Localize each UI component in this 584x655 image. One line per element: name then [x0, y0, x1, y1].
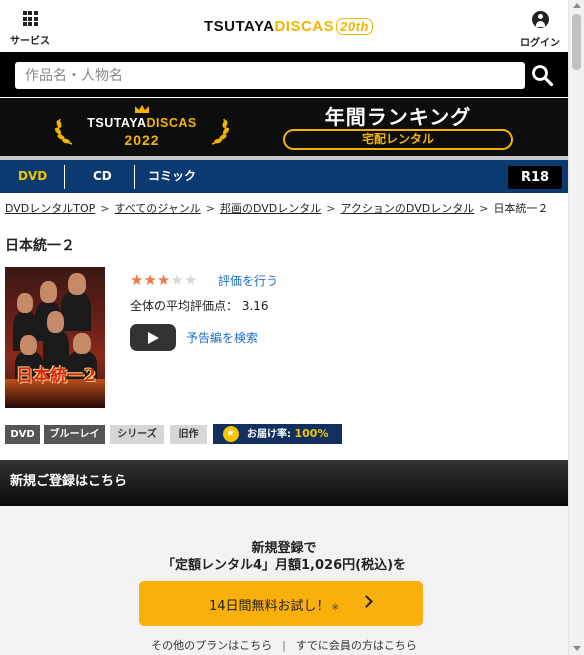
star-filled-icon: ★: [143, 271, 157, 289]
register-promo: 新規登録で 「定額レンタル4」月額1,026円(税込)を 14日間無料お試し！ ※…: [0, 506, 568, 655]
format-tag-dvd: DVD: [5, 425, 40, 444]
crown-icon: [135, 105, 149, 113]
site-logo[interactable]: TSUTAYADISCAS 20th: [204, 18, 373, 35]
star-filled-icon: ★: [130, 271, 144, 289]
grid-icon: [22, 11, 38, 26]
banner-logo-group: TSUTAYADISCAS 2022: [54, 104, 230, 152]
breadcrumb-link-dvd-top[interactable]: DVDレンタルTOP: [5, 202, 95, 215]
star-empty-icon: ★: [170, 271, 184, 289]
register-section-header: 新規ご登録はこちら: [0, 460, 568, 506]
tag-series: シリーズ: [110, 425, 164, 444]
scrollbar-thumb[interactable]: [572, 14, 581, 70]
breadcrumb-separator: >: [479, 202, 489, 215]
user-icon: [531, 11, 549, 28]
promo-line-2: 「定額レンタル4」月額1,026円(税込)を: [161, 558, 407, 573]
free-trial-button[interactable]: 14日間無料お試し！ ※: [139, 581, 423, 626]
banner-subtitle: 宅配レンタル: [283, 129, 513, 150]
delivery-rate-label: お届け率:: [247, 429, 291, 440]
rate-link[interactable]: 評価を行う: [218, 272, 278, 289]
other-plans-link[interactable]: その他のプランはこちら: [151, 639, 272, 652]
breadcrumb-separator: >: [205, 202, 215, 215]
breadcrumb-link-all-genres[interactable]: すべてのジャンル: [115, 202, 201, 215]
r18-button[interactable]: R18: [508, 166, 562, 189]
banner-logo-tsutaya: TSUTAYA: [87, 116, 147, 130]
star-empty-icon: ★: [183, 271, 198, 289]
average-rating-value: 3.16: [241, 299, 269, 313]
tab-comic[interactable]: コミック: [148, 160, 196, 193]
breadcrumb: DVDレンタルTOP > すべてのジャンル > 邦画のDVDレンタル > アクションのDVD…: [5, 200, 548, 216]
tab-cd[interactable]: CD: [93, 160, 112, 193]
logo-text-discas: DISCAS: [274, 18, 335, 35]
tab-dvd[interactable]: DVD: [18, 160, 47, 193]
services-button[interactable]: サービス: [10, 11, 50, 47]
delivery-rate-badge: お届け率: 100%: [213, 424, 342, 444]
ranking-banner[interactable]: TSUTAYADISCAS 2022 年間ランキング 宅配レンタル: [0, 97, 568, 156]
cover-title-text: 日本統一2: [16, 366, 96, 386]
search-icon[interactable]: [530, 63, 554, 87]
top-header: サービス TSUTAYADISCAS 20th ログイン: [0, 0, 568, 52]
breadcrumb-link-japanese-films[interactable]: 邦画のDVDレンタル: [220, 202, 321, 215]
star-filled-icon: ★: [156, 271, 171, 289]
product-cover-image[interactable]: 日本統一2: [5, 267, 105, 408]
services-label: サービス: [10, 36, 50, 47]
breadcrumb-current: 日本統一２: [493, 202, 549, 215]
tab-divider: [134, 165, 135, 189]
trailer-search-link[interactable]: 予告編を検索: [186, 329, 258, 346]
tab-divider: [64, 165, 65, 189]
average-rating: 全体の平均評価点： 3.16: [130, 297, 269, 314]
free-trial-label: 14日間無料お試し！: [209, 599, 330, 614]
delivery-rate-value: 100%: [294, 427, 329, 440]
scroll-down-icon[interactable]: [573, 646, 581, 651]
banner-title: 年間ランキング: [324, 105, 472, 129]
chevron-right-icon: [360, 595, 373, 608]
search-input[interactable]: [15, 62, 525, 89]
banner-year: 2022: [124, 132, 160, 148]
banner-logo: TSUTAYADISCAS: [54, 116, 230, 130]
logo-text-tsutaya: TSUTAYA: [204, 18, 275, 35]
breadcrumb-separator: >: [100, 202, 110, 215]
breadcrumb-link-action[interactable]: アクションのDVDレンタル: [340, 202, 474, 215]
page-scrollbar[interactable]: [568, 0, 584, 655]
page-title: 日本統一２: [5, 238, 75, 254]
breadcrumb-separator: >: [326, 202, 336, 215]
category-tabs: DVD CD コミック R18: [0, 160, 568, 193]
free-trial-note: ※: [331, 603, 340, 613]
star-rating: ★★★★★: [130, 271, 197, 289]
tag-old-release: 旧作: [170, 425, 207, 444]
promo-links: その他のプランはこちら | すでに会員の方はこちら: [151, 639, 417, 652]
play-icon[interactable]: [130, 324, 176, 351]
format-tag-bluray: ブルーレイ: [44, 425, 105, 444]
member-login-link[interactable]: すでに会員の方はこちら: [296, 639, 417, 652]
scroll-up-icon[interactable]: [573, 3, 581, 8]
search-bar: [0, 52, 568, 97]
page: サービス TSUTAYADISCAS 20th ログイン 作品名・人物名 TSU…: [0, 0, 584, 655]
login-button[interactable]: ログイン: [520, 11, 560, 49]
banner-logo-discas: DISCAS: [146, 116, 197, 130]
star-medal-icon: [223, 424, 239, 444]
content: サービス TSUTAYADISCAS 20th ログイン 作品名・人物名 TSU…: [0, 0, 568, 655]
login-label: ログイン: [520, 38, 560, 49]
average-rating-label: 全体の平均評価点：: [130, 299, 239, 313]
logo-anniversary-badge: 20th: [336, 18, 373, 35]
